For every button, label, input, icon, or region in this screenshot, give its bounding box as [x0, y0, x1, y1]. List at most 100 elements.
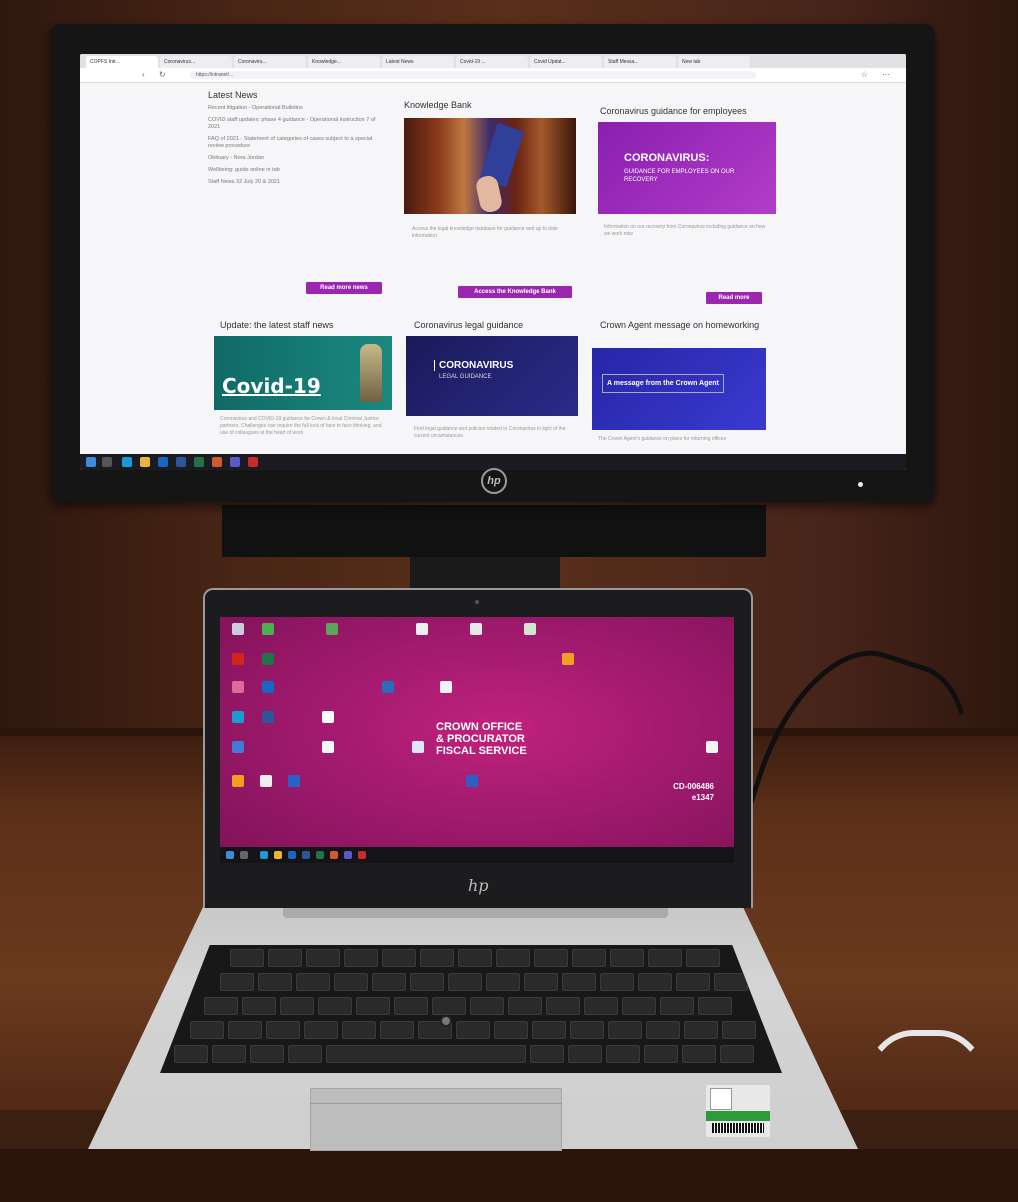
key[interactable]: [562, 973, 596, 991]
desktop-icon[interactable]: [464, 623, 488, 635]
browser-tab[interactable]: Knowledge...: [308, 56, 380, 68]
desktop-icon[interactable]: [320, 623, 344, 635]
key[interactable]: [268, 949, 302, 967]
key[interactable]: [420, 949, 454, 967]
outlook-icon[interactable]: [158, 457, 168, 467]
key[interactable]: [496, 949, 530, 967]
key[interactable]: [458, 949, 492, 967]
desktop-icon[interactable]: [282, 775, 306, 787]
key[interactable]: [356, 997, 390, 1015]
browser-tab[interactable]: Covid-19 ...: [456, 56, 528, 68]
excel-icon[interactable]: [194, 457, 204, 467]
browser-tab[interactable]: Latest News: [382, 56, 454, 68]
key[interactable]: [470, 997, 504, 1015]
desktop-icon[interactable]: [256, 653, 280, 665]
desktop-icon[interactable]: [556, 653, 580, 665]
browser-tab[interactable]: COPFS Intr...: [86, 56, 158, 68]
file-explorer-icon[interactable]: [274, 851, 282, 859]
address-bar[interactable]: https://intranet/...: [190, 71, 756, 79]
key[interactable]: [382, 949, 416, 967]
key[interactable]: [344, 949, 378, 967]
pdf-icon[interactable]: [358, 851, 366, 859]
access-knowledge-bank-button[interactable]: Access the Knowledge Bank: [458, 286, 572, 298]
key[interactable]: [394, 997, 428, 1015]
teams-icon[interactable]: [344, 851, 352, 859]
search-icon[interactable]: [102, 457, 112, 467]
word-icon[interactable]: [176, 457, 186, 467]
desktop-icon[interactable]: [226, 681, 250, 693]
news-link[interactable]: Staff News 32 July 20 & 2021: [208, 179, 388, 186]
space-key[interactable]: [326, 1045, 526, 1063]
key[interactable]: [334, 973, 368, 991]
key[interactable]: [682, 1045, 716, 1063]
search-icon[interactable]: [240, 851, 248, 859]
key[interactable]: [174, 1045, 208, 1063]
key[interactable]: [342, 1021, 376, 1039]
key[interactable]: [622, 997, 656, 1015]
windows-start-icon[interactable]: [86, 457, 96, 467]
key[interactable]: [584, 997, 618, 1015]
key[interactable]: [600, 973, 634, 991]
key[interactable]: [250, 1045, 284, 1063]
desktop-icon[interactable]: [316, 741, 340, 753]
news-link[interactable]: Obituary - Nora Jordan: [208, 155, 388, 162]
key[interactable]: [572, 949, 606, 967]
news-link[interactable]: FAQ of 2021 - Statement of categories of…: [208, 136, 388, 150]
key[interactable]: [448, 973, 482, 991]
key[interactable]: [266, 1021, 300, 1039]
desktop-icon[interactable]: [226, 741, 250, 753]
news-link[interactable]: Recent litigation - Operational Bulletin…: [208, 105, 388, 112]
key[interactable]: [228, 1021, 262, 1039]
news-link[interactable]: Wellbeing: guide online in tab: [208, 167, 388, 174]
desktop-icon[interactable]: [256, 711, 280, 723]
browser-tab[interactable]: New tab: [678, 56, 750, 68]
key[interactable]: [722, 1021, 756, 1039]
desktop-icon[interactable]: [460, 775, 484, 787]
key[interactable]: [676, 973, 710, 991]
key[interactable]: [648, 949, 682, 967]
key[interactable]: [714, 973, 748, 991]
browser-tab[interactable]: Staff Messa...: [604, 56, 676, 68]
teams-icon[interactable]: [230, 457, 240, 467]
app-icon[interactable]: [212, 457, 222, 467]
key[interactable]: [532, 1021, 566, 1039]
desktop-icon[interactable]: [518, 623, 542, 635]
desktop-icon[interactable]: [226, 711, 250, 723]
desktop-icon[interactable]: [254, 775, 278, 787]
desktop-icon[interactable]: [316, 711, 340, 723]
key[interactable]: [546, 997, 580, 1015]
edge-icon[interactable]: [122, 457, 132, 467]
key[interactable]: [508, 997, 542, 1015]
file-explorer-icon[interactable]: [140, 457, 150, 467]
pointing-stick[interactable]: [440, 1015, 452, 1027]
trackpad[interactable]: [310, 1088, 562, 1151]
desktop-icon[interactable]: [226, 623, 250, 635]
key[interactable]: [288, 1045, 322, 1063]
desktop-icon[interactable]: [434, 681, 458, 693]
key[interactable]: [280, 997, 314, 1015]
key[interactable]: [686, 949, 720, 967]
key[interactable]: [530, 1045, 564, 1063]
key[interactable]: [258, 973, 292, 991]
desktop-icon[interactable]: [256, 681, 280, 693]
key[interactable]: [608, 1021, 642, 1039]
desktop-icon[interactable]: [256, 623, 280, 635]
key[interactable]: [212, 1045, 246, 1063]
key[interactable]: [638, 973, 672, 991]
key[interactable]: [242, 997, 276, 1015]
key[interactable]: [606, 1045, 640, 1063]
desktop-icon[interactable]: [226, 653, 250, 665]
outlook-icon[interactable]: [288, 851, 296, 859]
key[interactable]: [610, 949, 644, 967]
key[interactable]: [306, 949, 340, 967]
trackpad-buttons[interactable]: [311, 1089, 561, 1104]
key[interactable]: [296, 973, 330, 991]
nav-arrows-icon[interactable]: ‹ ↻: [142, 70, 172, 79]
key[interactable]: [534, 949, 568, 967]
desktop-icon[interactable]: [376, 681, 400, 693]
key[interactable]: [698, 997, 732, 1015]
key[interactable]: [432, 997, 466, 1015]
key[interactable]: [494, 1021, 528, 1039]
key[interactable]: [318, 997, 352, 1015]
read-more-button[interactable]: Read more: [706, 292, 762, 304]
